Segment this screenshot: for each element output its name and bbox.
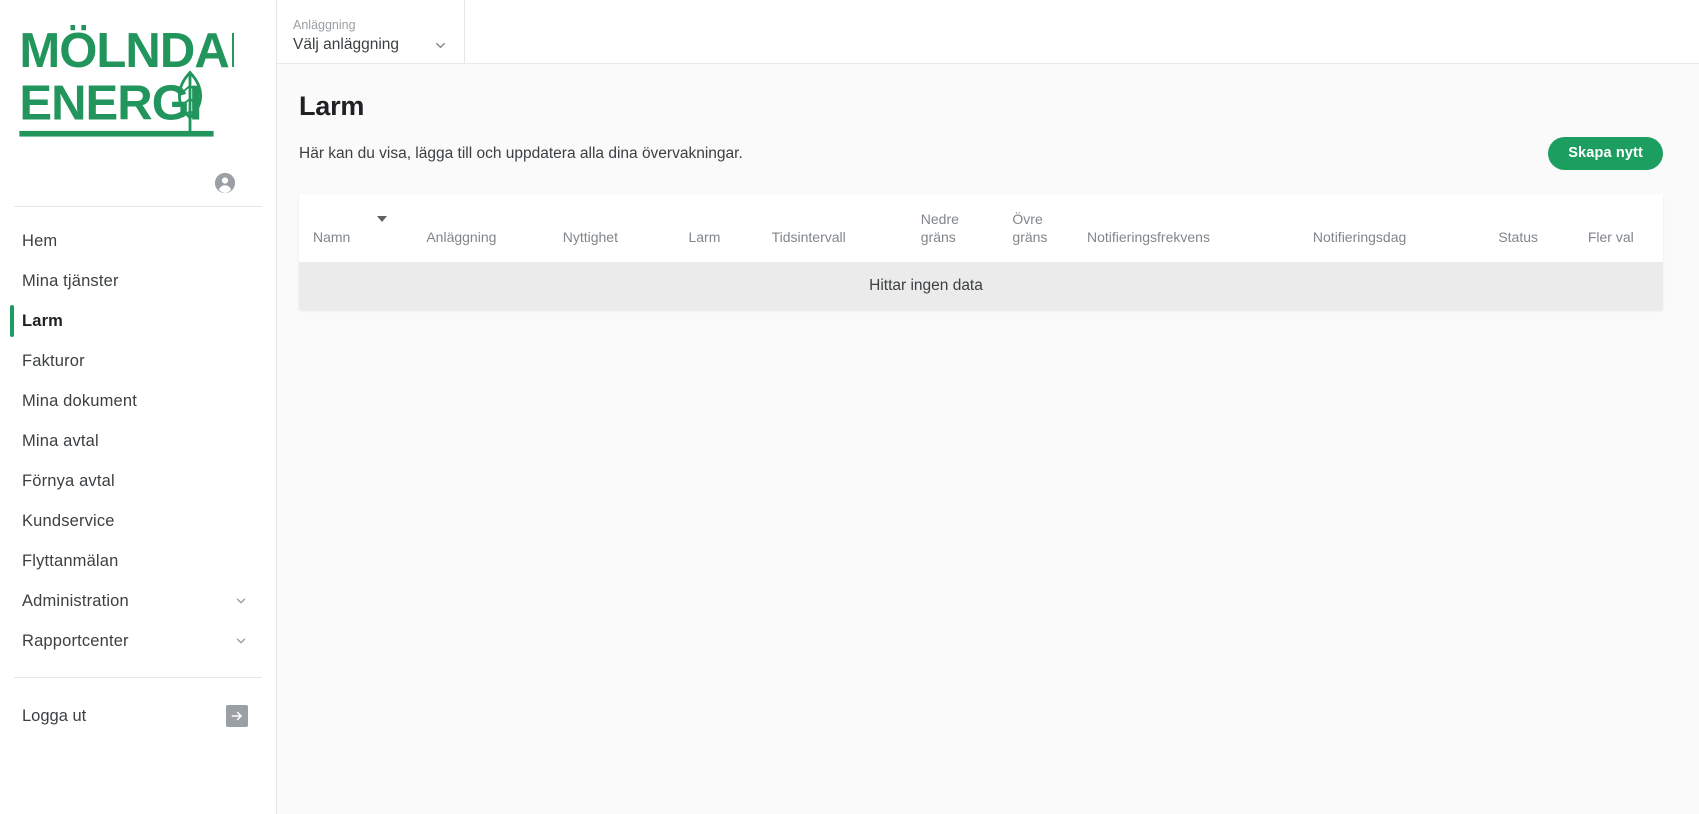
sidebar-item-flyttanmalan[interactable]: Flyttanmälan: [0, 541, 276, 581]
sidebar-item-larm[interactable]: Larm: [0, 301, 276, 341]
create-new-button[interactable]: Skapa nytt: [1548, 136, 1663, 170]
chevron-down-icon[interactable]: [234, 634, 248, 648]
account-row: [0, 160, 276, 206]
sidebar-item-fornya-avtal[interactable]: Förnya avtal: [0, 461, 276, 501]
chevron-down-icon[interactable]: [234, 594, 248, 608]
chevron-down-icon[interactable]: [433, 38, 448, 53]
content-area: Anläggning Välj anläggning Larm Här kan …: [277, 0, 1699, 814]
sidebar-item-label: Larm: [22, 311, 64, 330]
sidebar-item-rapportcenter[interactable]: Rapportcenter: [0, 621, 276, 661]
molndal-energi-logo-icon: MÖLNDAL ENERGI: [19, 23, 234, 137]
alarms-table-body: Hittar ingen data: [299, 262, 1663, 311]
sort-descending-icon[interactable]: [377, 216, 387, 223]
sidebar-item-mina-dokument[interactable]: Mina dokument: [0, 381, 276, 421]
column-header-label: Fler val: [1587, 228, 1634, 245]
sidebar-item-label: Rapportcenter: [22, 631, 129, 650]
page-subtitle: Här kan du visa, lägga till och uppdater…: [299, 144, 743, 162]
empty-state-message: Hittar ingen data: [869, 277, 983, 295]
sidebar-item-label: Mina dokument: [22, 391, 137, 410]
logout-arrow-icon[interactable]: [226, 705, 248, 727]
column-header-label: Anläggning: [426, 228, 497, 245]
alarms-table-head: Namn Anläggning Nyttighet Larm Tidsinter…: [299, 194, 1663, 263]
column-header-label: Notifieringsdag: [1312, 228, 1407, 245]
arrow-right-icon: [231, 711, 242, 721]
sidebar-item-administration[interactable]: Administration: [0, 581, 276, 621]
account-circle-icon[interactable]: [214, 172, 236, 194]
column-header-larm[interactable]: Larm: [680, 194, 764, 263]
facility-select-label: Anläggning: [293, 18, 356, 33]
sidebar-bottom-divider: [14, 677, 262, 678]
column-header-label: Notifieringsfrekvens: [1087, 228, 1210, 245]
brand-logo[interactable]: MÖLNDAL ENERGI: [0, 0, 276, 160]
sidebar-item-fakturor[interactable]: Fakturor: [0, 341, 276, 381]
sidebar-item-label: Administration: [22, 591, 129, 610]
sidebar: MÖLNDAL ENERGI Hem Mina tjänster Larm Fa…: [0, 0, 277, 814]
sidebar-item-label: Kundservice: [22, 511, 115, 530]
table-empty-cell: Hittar ingen data: [299, 262, 1663, 311]
column-header-label: Tidsintervall: [771, 228, 846, 245]
sidebar-item-label: Mina tjänster: [22, 271, 119, 290]
column-header-anlaggning[interactable]: Anläggning: [418, 194, 555, 263]
sidebar-nav: Hem Mina tjänster Larm Fakturor Mina dok…: [0, 207, 276, 736]
sidebar-item-mina-avtal[interactable]: Mina avtal: [0, 421, 276, 461]
topbar-spacer: [465, 0, 1699, 63]
column-header-notifieringsfrekvens[interactable]: Notifieringsfrekvens: [1079, 194, 1305, 263]
logout-label: Logga ut: [22, 706, 87, 725]
column-header-label: Status: [1498, 228, 1539, 245]
sidebar-item-label: Fakturor: [22, 351, 85, 370]
sidebar-item-label: Förnya avtal: [22, 471, 115, 490]
alarms-table: Namn Anläggning Nyttighet Larm Tidsinter…: [299, 194, 1663, 311]
app-root: MÖLNDAL ENERGI Hem Mina tjänster Larm Fa…: [0, 0, 1699, 814]
column-header-label: Övre gräns: [1012, 211, 1048, 245]
facility-select-value-row: Välj anläggning: [293, 36, 448, 55]
column-header-label: Larm: [688, 228, 721, 245]
column-header-ovre-grans[interactable]: Övre gräns: [1004, 194, 1079, 263]
facility-select[interactable]: Anläggning Välj anläggning: [277, 0, 465, 63]
column-header-label: Namn: [313, 228, 351, 245]
main-content: Larm Här kan du visa, lägga till och upp…: [277, 64, 1699, 814]
svg-text:ENERGI: ENERGI: [19, 77, 201, 131]
column-header-nedre-grans[interactable]: Nedre gräns: [912, 194, 1005, 263]
sidebar-item-hem[interactable]: Hem: [0, 221, 276, 261]
sidebar-item-label: Mina avtal: [22, 431, 99, 450]
topbar: Anläggning Välj anläggning: [277, 0, 1699, 64]
column-header-namn[interactable]: Namn: [299, 194, 419, 263]
sidebar-item-kundservice[interactable]: Kundservice: [0, 501, 276, 541]
svg-text:MÖLNDAL: MÖLNDAL: [19, 23, 234, 78]
sidebar-item-label: Hem: [22, 231, 58, 250]
sidebar-item-logga-ut[interactable]: Logga ut: [0, 696, 276, 736]
facility-select-value: Välj anläggning: [293, 36, 400, 54]
column-header-notifieringsdag[interactable]: Notifieringsdag: [1304, 194, 1491, 263]
table-header-row: Namn Anläggning Nyttighet Larm Tidsinter…: [299, 194, 1663, 263]
page-header-row: Här kan du visa, lägga till och uppdater…: [299, 134, 1663, 172]
column-header-tidsintervall[interactable]: Tidsintervall: [763, 194, 913, 263]
column-header-label: Nedre gräns: [920, 211, 959, 245]
page-title: Larm: [299, 91, 365, 121]
column-header-nyttighet[interactable]: Nyttighet: [554, 194, 681, 263]
column-header-fler-val[interactable]: Fler val: [1579, 194, 1663, 263]
column-header-label: Nyttighet: [562, 228, 618, 245]
sidebar-item-mina-tjanster[interactable]: Mina tjänster: [0, 261, 276, 301]
alarms-table-card: Namn Anläggning Nyttighet Larm Tidsinter…: [299, 194, 1663, 311]
column-header-status[interactable]: Status: [1490, 194, 1580, 263]
sidebar-item-label: Flyttanmälan: [22, 551, 119, 570]
table-empty-row: Hittar ingen data: [299, 262, 1663, 311]
